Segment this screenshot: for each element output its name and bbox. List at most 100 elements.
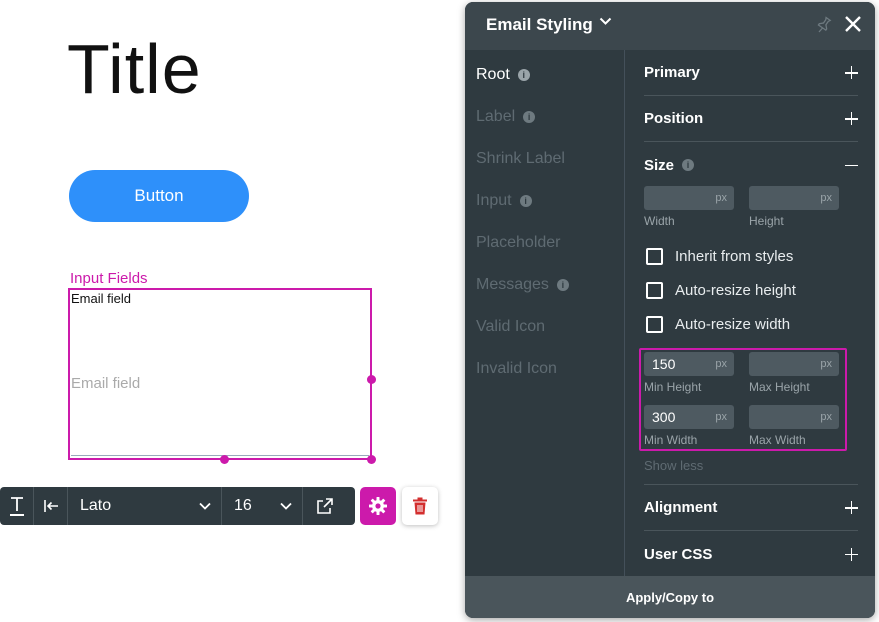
chevron-down-icon[interactable] [599, 17, 612, 26]
checkbox-box[interactable] [646, 316, 663, 333]
min-width-input[interactable]: 300 px [644, 405, 734, 429]
section-user-css[interactable]: User CSS [644, 531, 858, 577]
nav-item-label: Valid Icon [476, 318, 546, 335]
min-height-label: Min Height [644, 380, 702, 394]
info-icon: i [519, 195, 532, 207]
email-styling-panel: Email Styling Root i Label i Shrink Labe… [465, 2, 875, 618]
auto-resize-width-checkbox[interactable]: Auto-resize width [646, 316, 790, 333]
panel-title[interactable]: Email Styling [486, 15, 593, 35]
nav-item-messages[interactable]: Messages i [476, 276, 569, 294]
checkbox-box[interactable] [646, 282, 663, 299]
nav-item-valid-icon[interactable]: Valid Icon [476, 318, 545, 336]
align-left-button[interactable] [34, 487, 68, 525]
panel-header: Email Styling [465, 2, 875, 50]
auto-resize-height-checkbox[interactable]: Auto-resize height [646, 282, 796, 299]
max-width-label: Max Width [749, 433, 806, 447]
max-height-input[interactable]: px [749, 352, 839, 376]
external-link-icon [317, 498, 333, 514]
nav-item-label: Input [476, 192, 512, 209]
info-icon: i [523, 111, 536, 123]
section-title: User CSS [644, 545, 713, 563]
font-size-select[interactable]: 16 [222, 487, 303, 525]
resize-handle-corner[interactable] [367, 455, 376, 464]
pin-icon[interactable] [816, 16, 832, 34]
plus-icon[interactable] [845, 112, 858, 125]
panel-nav: Root i Label i Shrink Label Input i Plac… [465, 50, 625, 576]
email-field-placeholder[interactable]: Email field [71, 375, 140, 392]
nav-item-label: Placeholder [476, 234, 561, 251]
font-family-select[interactable]: Lato [68, 487, 222, 525]
checkbox-label: Inherit from styles [675, 248, 794, 265]
info-icon: i [517, 69, 530, 81]
resize-handle-bottom[interactable] [220, 455, 229, 464]
checkbox-label: Auto-resize width [675, 316, 791, 333]
min-height-value: 150 [652, 356, 676, 372]
section-title: Size [644, 156, 675, 174]
open-external-button[interactable] [303, 487, 347, 525]
plus-icon[interactable] [845, 66, 858, 79]
inherit-styles-checkbox[interactable]: Inherit from styles [646, 248, 793, 265]
unit-label: px [715, 358, 727, 370]
gear-icon [369, 497, 387, 515]
resize-handle-right[interactable] [367, 375, 376, 384]
section-primary[interactable]: Primary [644, 50, 858, 96]
section-title: Primary [644, 64, 700, 81]
chevron-down-icon [280, 502, 292, 510]
text-style-button[interactable] [0, 487, 34, 525]
section-alignment[interactable]: Alignment [644, 484, 858, 531]
unit-label: px [820, 411, 832, 423]
email-field-label: Email field [71, 291, 131, 306]
unit-label: px [820, 358, 832, 370]
trash-icon [413, 497, 427, 515]
nav-item-label: Label [476, 108, 516, 125]
plus-icon[interactable] [845, 501, 858, 514]
section-size[interactable]: Size i [644, 142, 858, 188]
canvas-button[interactable]: Button [69, 170, 249, 222]
nav-item-label: Root [476, 66, 510, 83]
min-width-label: Min Width [644, 433, 698, 447]
show-less-link[interactable]: Show less [644, 458, 703, 473]
element-toolbar: Lato 16 [0, 487, 355, 525]
unit-label: px [715, 411, 727, 423]
delete-button[interactable] [402, 487, 438, 525]
checkbox-label: Auto-resize height [675, 282, 796, 299]
panel-properties: Primary Position Size i px Width px Heig… [626, 50, 875, 576]
section-title: Alignment [644, 499, 718, 516]
width-input[interactable]: px [644, 186, 734, 210]
nav-item-label: Shrink Label [476, 150, 565, 167]
height-input[interactable]: px [749, 186, 839, 210]
font-family-value: Lato [80, 497, 112, 514]
max-height-label: Max Height [749, 380, 810, 394]
nav-item-input[interactable]: Input i [476, 192, 532, 210]
width-label: Width [644, 214, 675, 228]
close-icon[interactable] [843, 14, 863, 34]
apply-copy-button[interactable]: Apply/Copy to [465, 576, 875, 618]
min-width-value: 300 [652, 409, 676, 425]
page-title[interactable]: Title [67, 34, 202, 104]
input-fields-label: Input Fields [70, 270, 148, 287]
section-title-wrap: Size i [644, 156, 695, 174]
info-icon: i [556, 279, 569, 291]
section-position[interactable]: Position [644, 96, 858, 142]
nav-item-placeholder[interactable]: Placeholder [476, 234, 561, 252]
align-left-icon [43, 500, 58, 512]
height-label: Height [749, 214, 784, 228]
plus-icon[interactable] [845, 547, 858, 561]
font-size-value: 16 [234, 497, 252, 514]
nav-item-shrink-label[interactable]: Shrink Label [476, 150, 565, 168]
info-icon: i [682, 159, 695, 171]
nav-item-invalid-icon[interactable]: Invalid Icon [476, 360, 557, 378]
nav-item-label: Messages [476, 276, 549, 293]
nav-item-root[interactable]: Root i [476, 66, 530, 84]
checkbox-box[interactable] [646, 248, 663, 265]
max-width-input[interactable]: px [749, 405, 839, 429]
nav-item-label: Invalid Icon [476, 360, 557, 377]
email-field-element[interactable]: Email field Email field [68, 288, 372, 460]
settings-button[interactable] [360, 487, 396, 525]
text-style-icon [9, 497, 24, 516]
min-height-input[interactable]: 150 px [644, 352, 734, 376]
minus-icon[interactable] [845, 159, 858, 172]
section-title: Position [644, 110, 704, 127]
nav-item-label[interactable]: Label i [476, 108, 536, 126]
unit-label: px [820, 192, 832, 204]
